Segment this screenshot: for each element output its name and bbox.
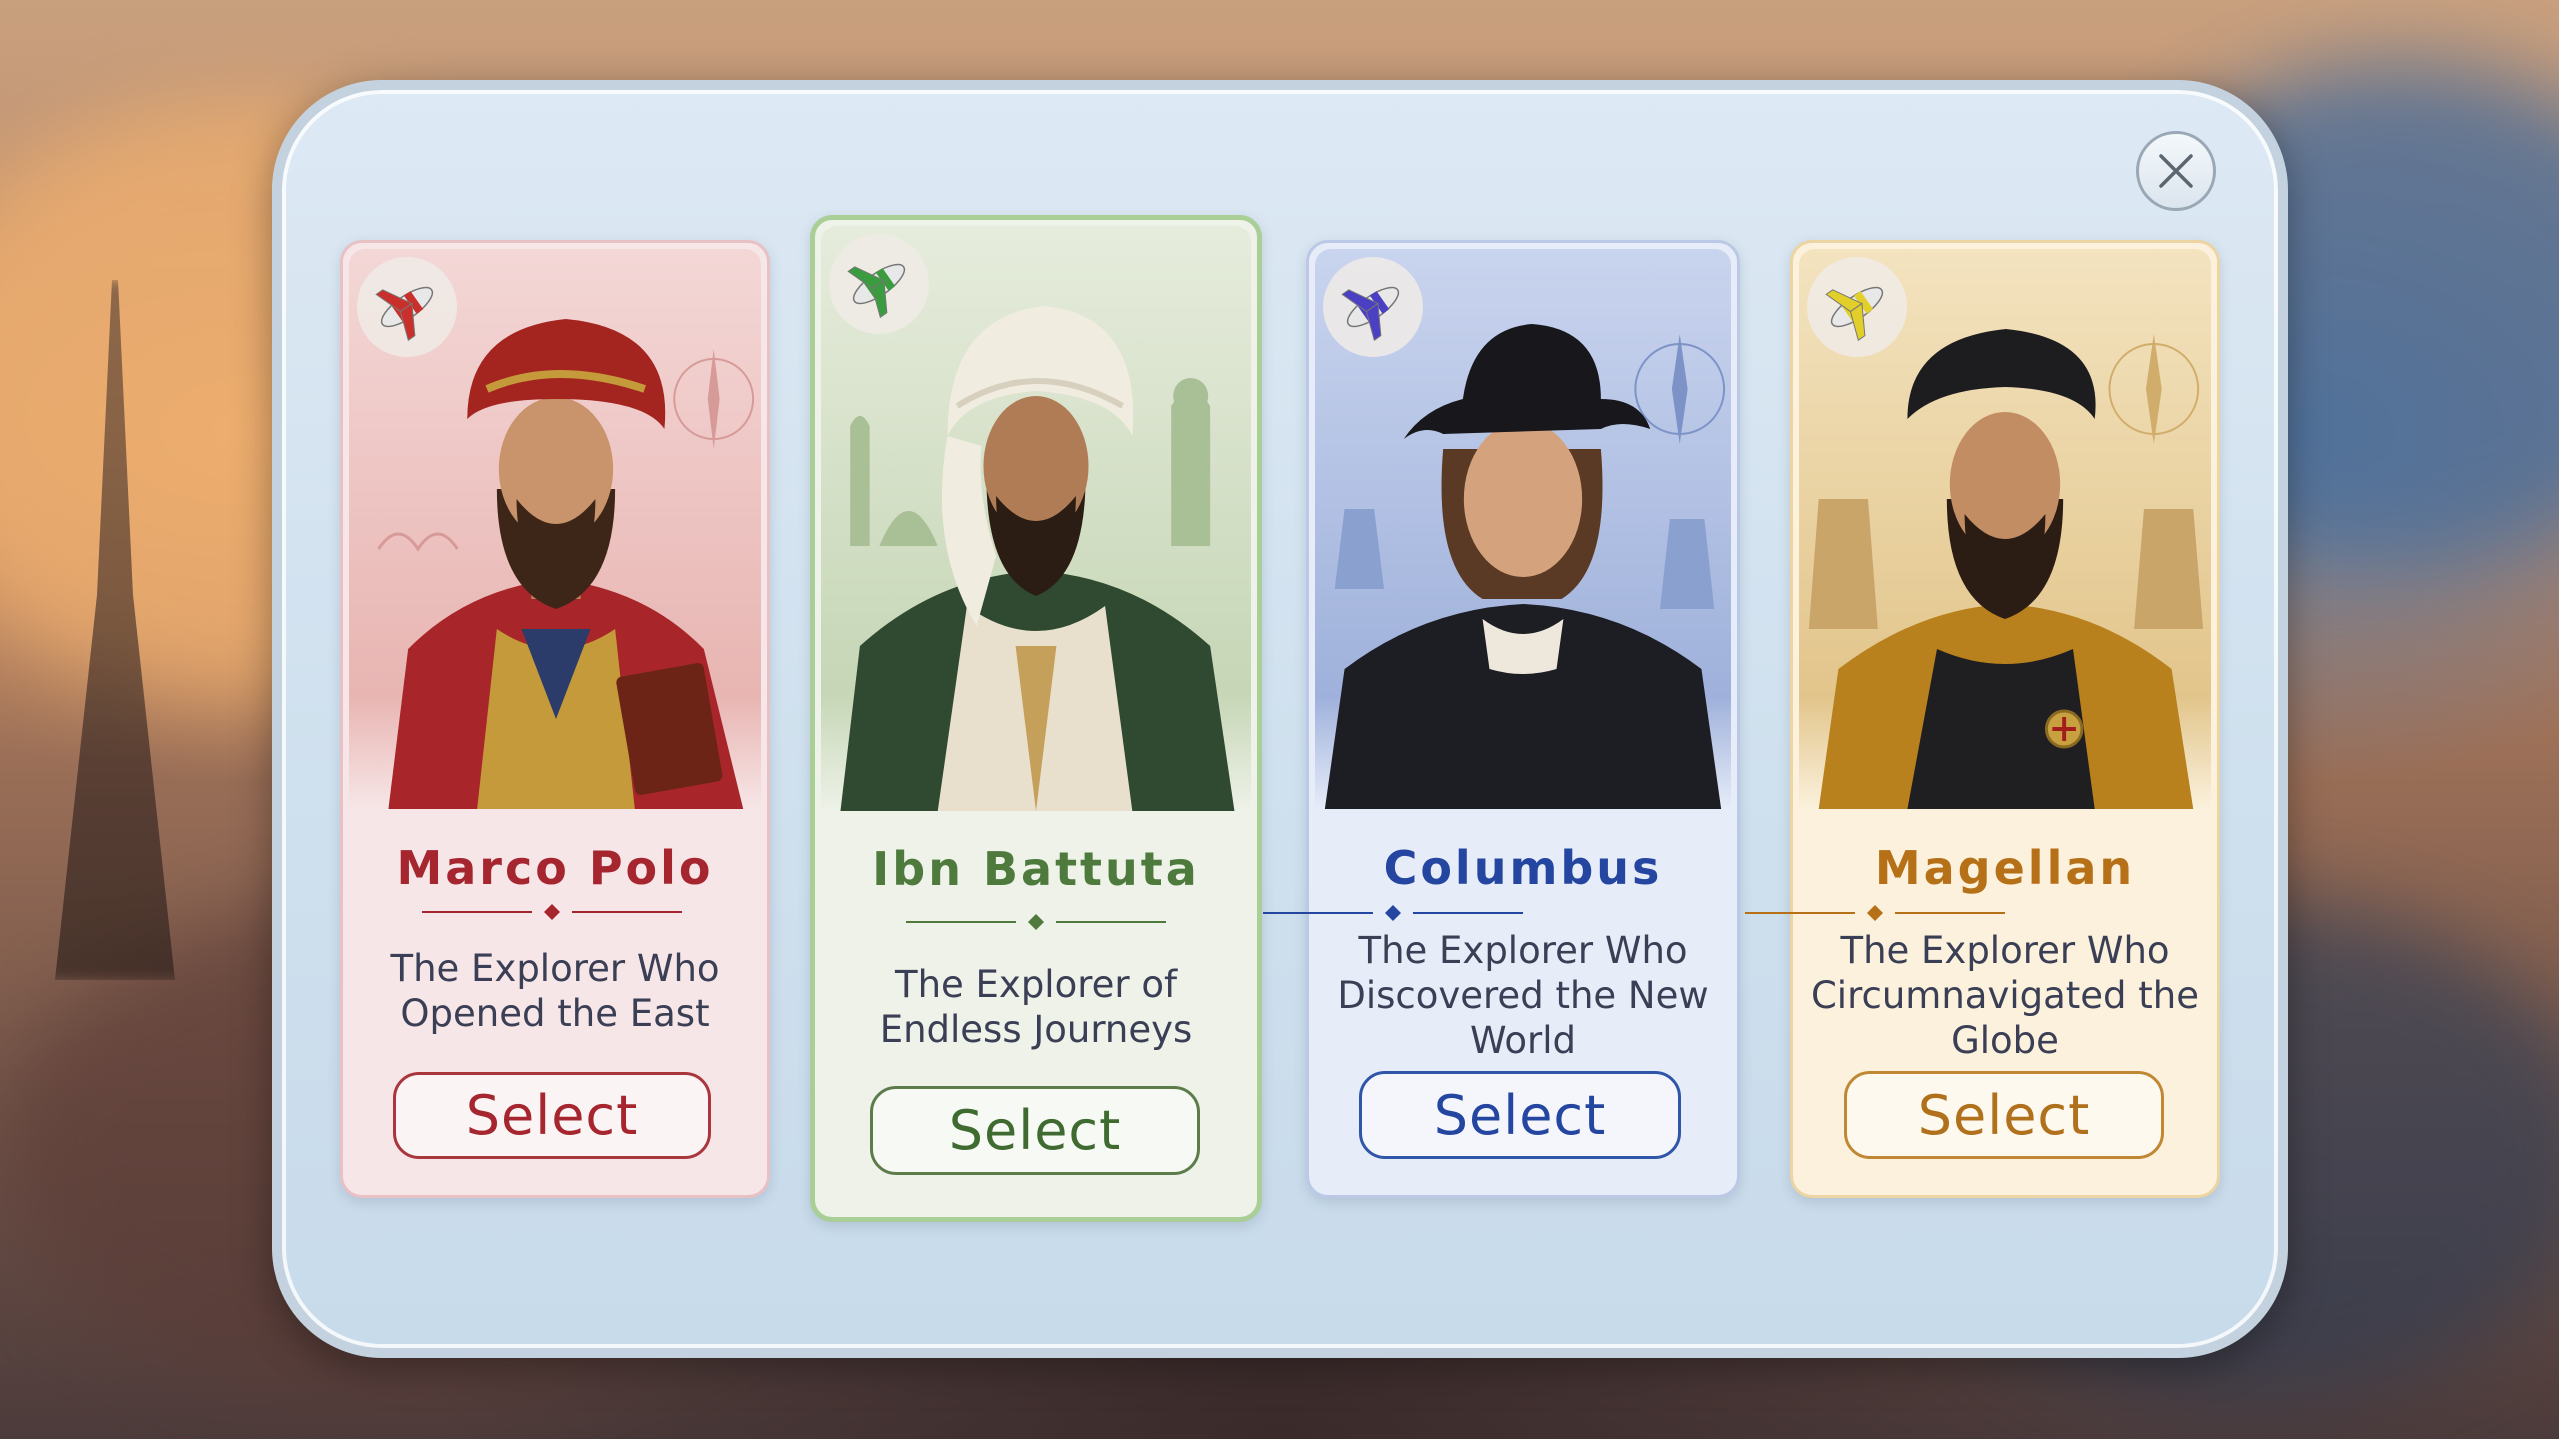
- card-divider: [1263, 903, 1523, 923]
- purple-plane-icon: [1323, 257, 1423, 357]
- card-divider: [906, 912, 1166, 932]
- explorer-name: Columbus: [1383, 841, 1663, 895]
- yellow-plane-icon: [1807, 257, 1907, 357]
- explorer-name: Magellan: [1874, 841, 2136, 895]
- explorer-card-ibn-battuta[interactable]: Ibn Battuta: [810, 215, 1262, 1222]
- explorer-description: The Explorer Who Discovered the New Worl…: [1337, 929, 1709, 1062]
- select-columbus-button[interactable]: Select: [1359, 1071, 1681, 1159]
- explorer-description: The Explorer Who Circumnavigated the Glo…: [1810, 929, 2200, 1062]
- select-marco-polo-button[interactable]: Select: [393, 1072, 711, 1159]
- card-divider: [1745, 903, 2005, 923]
- select-magellan-button[interactable]: Select: [1844, 1071, 2164, 1159]
- red-plane-icon: [357, 257, 457, 357]
- close-button[interactable]: [2136, 131, 2216, 211]
- explorer-name: Marco Polo: [396, 841, 714, 895]
- explorer-description: The Explorer of Endless Journeys: [879, 963, 1193, 1051]
- close-icon: [2159, 154, 2193, 188]
- explorer-description: The Explorer Who Opened the East: [390, 947, 720, 1035]
- explorer-card-marco-polo[interactable]: Marco Polo: [340, 240, 770, 1198]
- green-plane-icon: [829, 234, 929, 334]
- card-divider: [422, 902, 682, 922]
- select-ibn-battuta-button[interactable]: Select: [870, 1086, 1200, 1175]
- explorer-name: Ibn Battuta: [872, 842, 1200, 896]
